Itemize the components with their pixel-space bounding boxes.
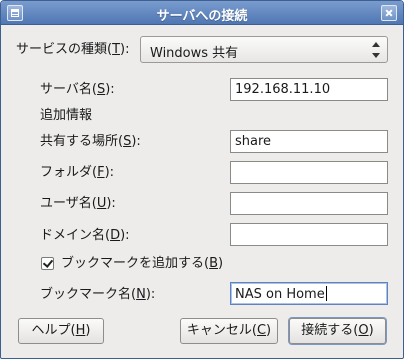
chevron-up-down-icon — [372, 41, 380, 59]
extra-info-heading: 追加情報 — [40, 108, 93, 123]
bookmark-name-input[interactable]: NAS on Home — [230, 282, 388, 305]
cancel-button[interactable]: キャンセル(C) — [180, 318, 278, 344]
text-caret — [325, 286, 327, 301]
help-button[interactable]: ヘルプ(H) — [18, 318, 104, 344]
service-type-label: サービスの種類(T): — [16, 42, 130, 57]
close-icon[interactable] — [381, 5, 397, 21]
service-type-select[interactable]: Windows 共有 — [140, 36, 388, 63]
server-input[interactable]: 192.168.11.10 — [230, 78, 388, 101]
domain-input[interactable] — [230, 223, 388, 246]
bookmark-name-label: ブックマーク名(N): — [40, 287, 156, 302]
share-input[interactable]: share — [230, 130, 388, 153]
add-bookmark-label[interactable]: ブックマークを追加する(B) — [61, 256, 223, 272]
connect-to-server-dialog: サーバへの接続 サービスの種類(T): Windows 共有 サーバ名(S): … — [0, 0, 404, 359]
domain-label: ドメイン名(D): — [40, 228, 130, 243]
server-label: サーバ名(S): — [40, 82, 115, 97]
title-bar: サーバへの接続 — [1, 1, 403, 25]
user-label: ユーザ名(U): — [40, 196, 116, 211]
share-label: 共有する場所(S): — [40, 134, 141, 149]
window-title: サーバへの接続 — [156, 9, 248, 24]
connect-button[interactable]: 接続する(O) — [289, 318, 386, 344]
bookmark-name-value: NAS on Home — [235, 287, 325, 302]
folder-input[interactable] — [230, 161, 388, 184]
folder-label: フォルダ(F): — [40, 165, 115, 180]
add-bookmark-checkbox[interactable] — [41, 257, 54, 270]
user-input[interactable] — [230, 192, 388, 215]
service-type-value: Windows 共有 — [150, 46, 239, 61]
